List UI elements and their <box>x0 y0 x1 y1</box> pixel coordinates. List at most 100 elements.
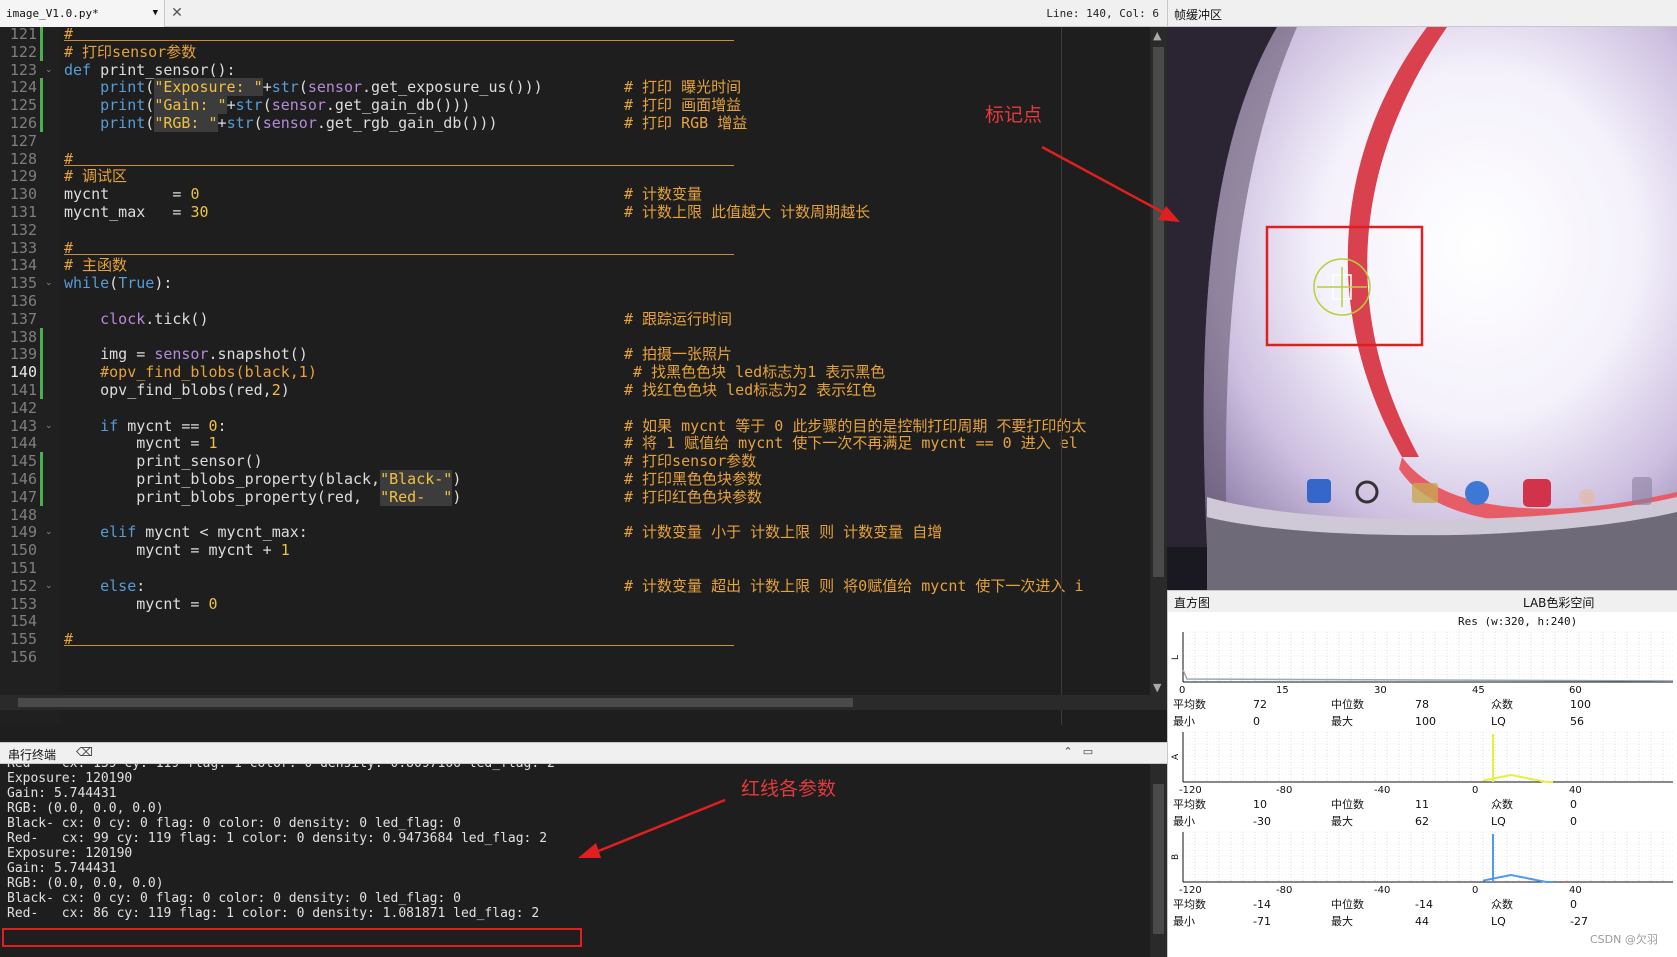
inline-comment: # 打印sensor参数 <box>624 452 757 471</box>
inline-comment: # 打印红色色块参数 <box>624 487 763 506</box>
inline-comment: # 如果 mycnt 等于 0 此步骤的目的是控制打印周期 不要打印的太 <box>624 416 1087 435</box>
terminal-line: Red- cx: 99 cy: 119 flag: 1 color: 0 den… <box>7 831 548 846</box>
channel-label: A <box>1171 753 1181 760</box>
editor-tab-bar: image_V1.0.py* ▼ ✕ Line: 140, Col: 6 <box>0 0 1167 27</box>
code-line[interactable]: mycnt = 1 <box>64 434 217 453</box>
code-line[interactable]: img = sensor.snapshot() <box>64 345 308 364</box>
fold-icon[interactable]: ⌄ <box>45 278 53 288</box>
line-number: 145 <box>9 452 37 471</box>
line-number: 128 <box>9 149 37 168</box>
code-line[interactable]: if mycnt == 0: <box>64 417 226 436</box>
tick-label: 30 <box>1374 685 1387 696</box>
line-number: 148 <box>9 505 37 524</box>
code-area[interactable]: # # 打印sensor参数 def print_sensor(): print("… <box>64 27 1149 725</box>
line-number: 131 <box>9 203 37 221</box>
line-number: 133 <box>9 238 37 257</box>
code-line[interactable]: # <box>64 150 73 169</box>
code-line[interactable]: print_blobs_property(red, "Red- ") <box>64 487 461 507</box>
code-line[interactable]: # <box>64 630 73 649</box>
histogram-stat: -71 <box>1253 915 1271 928</box>
color-space-selector[interactable]: LAB色彩空间 <box>1523 594 1594 611</box>
code-line[interactable]: # <box>64 27 73 44</box>
code-line[interactable]: while(True): <box>64 274 172 293</box>
code-line[interactable]: # 调试区 <box>64 167 127 186</box>
fold-icon[interactable]: ⌄ <box>45 65 53 75</box>
line-number: 139 <box>9 345 37 364</box>
tick-label: 15 <box>1276 685 1289 696</box>
histogram-stat: 最小 <box>1173 715 1195 728</box>
tab-dropdown-icon[interactable]: ▼ <box>153 0 158 27</box>
change-marker <box>40 27 43 61</box>
fold-icon[interactable]: ⌄ <box>45 581 53 591</box>
scroll-up-icon[interactable]: ▲ <box>1153 29 1161 42</box>
line-number: 150 <box>9 541 37 560</box>
code-line[interactable]: print("RGB: "+str(sensor.get_rgb_gain_db… <box>64 114 498 133</box>
code-line[interactable]: print_sensor() <box>64 452 262 471</box>
editor-vertical-scrollbar[interactable]: ▲ ▼ <box>1150 27 1167 699</box>
terminal-vertical-scrollbar[interactable] <box>1150 764 1167 957</box>
code-line[interactable]: clock.tick() <box>64 310 208 329</box>
histogram-stat: 100 <box>1415 715 1436 728</box>
code-line[interactable]: mycnt = 0 <box>64 595 217 614</box>
line-number: 151 <box>9 559 37 577</box>
watermark: CSDN @欠羽 <box>1590 933 1658 946</box>
code-line[interactable]: # 主函数 <box>64 256 127 275</box>
scrollbar-thumb[interactable] <box>1153 47 1164 577</box>
code-line[interactable]: #opv_find_blobs(black,1) <box>64 363 317 382</box>
collapse-icon[interactable]: ⌃ <box>1060 745 1076 761</box>
channel-label: B <box>1171 854 1181 860</box>
histogram-stat: 44 <box>1415 915 1429 928</box>
histogram-stat: 11 <box>1415 798 1429 811</box>
terminal-line: Gain: 5.744431 <box>7 861 117 876</box>
code-line[interactable]: else: <box>64 577 145 596</box>
line-number: 138 <box>9 327 37 346</box>
edge-guide-line <box>1061 27 1062 725</box>
tick-label: 45 <box>1472 685 1485 696</box>
file-tab[interactable]: image_V1.0.py* ▼ <box>0 0 165 27</box>
terminal-line: Black- cx: 0 cy: 0 flag: 0 color: 0 dens… <box>7 891 461 906</box>
editor-horizontal-scrollbar[interactable] <box>0 695 1167 710</box>
params-annotation: 红线各参数 <box>741 778 837 800</box>
histogram-stat: 0 <box>1570 798 1577 811</box>
line-number: 121 <box>9 27 37 43</box>
code-line[interactable]: # <box>64 239 73 258</box>
frame-buffer-image <box>1167 27 1677 590</box>
inline-comment: # 找黑色色块 led标志为1 表示黑色 <box>624 363 886 382</box>
scrollbar-thumb[interactable] <box>18 698 853 707</box>
code-line[interactable]: print_blobs_property(black,"Black-") <box>64 470 461 489</box>
code-line[interactable]: # 打印sensor参数 <box>64 43 196 62</box>
code-line[interactable]: elif mycnt < mycnt_max: <box>64 523 308 542</box>
fold-icon[interactable]: ⌄ <box>45 421 53 431</box>
histogram-charts: L0 15 30 45 60平均数 72 中位数 78 众数 100最小 0 最大 100 LQ 56A-1… <box>1171 631 1674 928</box>
code-line[interactable]: mycnt = mycnt + 1 <box>64 541 290 560</box>
clear-terminal-icon[interactable]: ⌫ <box>76 745 93 761</box>
line-number: 125 <box>9 96 37 115</box>
scroll-down-icon[interactable]: ▼ <box>1153 681 1161 694</box>
inline-comment: # 打印黑色色块参数 <box>624 470 763 488</box>
scrollbar-thumb[interactable] <box>1153 784 1164 934</box>
code-line[interactable]: mycnt_max = 30 <box>64 203 209 222</box>
code-line[interactable]: print("Gain: "+str(sensor.get_gain_db())… <box>64 96 470 115</box>
code-line[interactable]: mycnt = 0 <box>64 185 199 204</box>
line-number-gutter: 121 122 123 124 125 126 127 128 129 130 131 132 133 1… <box>0 27 60 725</box>
change-marker <box>40 452 43 506</box>
code-line[interactable]: opv_find_blobs(red,2) <box>64 381 290 400</box>
code-editor[interactable]: 121 122 123 124 125 126 127 128 129 130 131 132 133 1… <box>0 27 1167 725</box>
section-separator <box>64 645 734 647</box>
histogram-stat: 最大 <box>1331 714 1353 728</box>
code-line[interactable]: def print_sensor(): <box>64 61 236 80</box>
tick-label: 0 <box>1472 885 1478 896</box>
histogram-header: 直方图 LAB色彩空间 <box>1167 590 1677 612</box>
inline-comment: # 将 1 赋值给 mycnt 使下一次不再满足 mycnt == 0 进入 e… <box>624 434 1078 453</box>
terminal-line: Exposure: 120190 <box>7 771 133 786</box>
tick-label: 40 <box>1569 885 1582 896</box>
histogram-stat: 0 <box>1570 898 1577 911</box>
histogram-stat: 众数 <box>1491 898 1513 911</box>
histogram-stat: 最小 <box>1173 815 1195 828</box>
fold-icon[interactable]: ⌄ <box>45 527 53 537</box>
close-tab-icon[interactable]: ✕ <box>168 4 186 22</box>
restore-window-icon[interactable]: ▭ <box>1080 745 1096 761</box>
histogram-title: 直方图 <box>1174 596 1211 610</box>
histogram-stat: 众数 <box>1491 798 1513 811</box>
code-line[interactable]: print("Exposure: "+str(sensor.get_exposu… <box>64 78 543 97</box>
